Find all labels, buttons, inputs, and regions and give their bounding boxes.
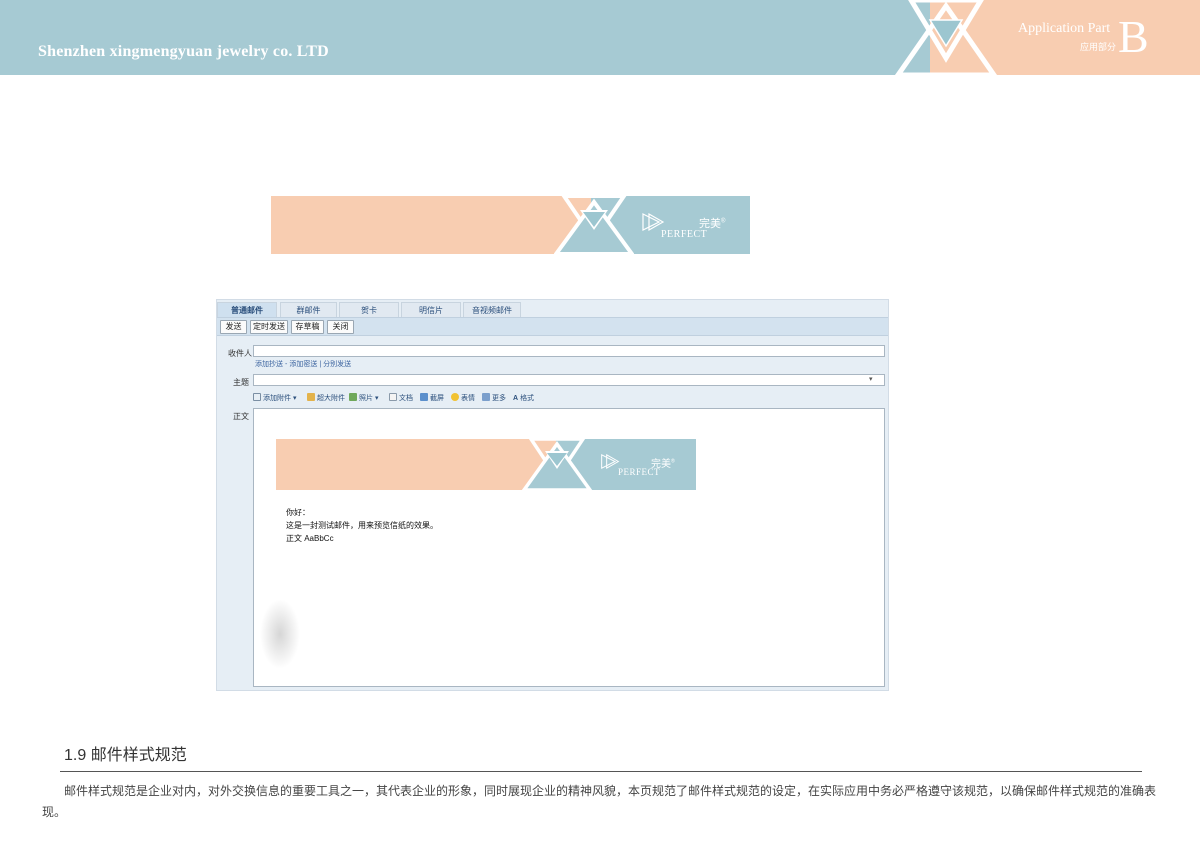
- save-draft-button[interactable]: 存草稿: [291, 320, 324, 334]
- grid-icon: [482, 393, 490, 401]
- email-letterhead-banner: 完美® PERFECT: [271, 196, 750, 254]
- screenshot-icon: [420, 393, 428, 401]
- photo-icon: [349, 393, 357, 401]
- email-compose-window: 普通邮件 群邮件 贺卡 明信片 音视频邮件 发送 定时发送 存草稿 关闭 收件人…: [216, 299, 889, 691]
- large-attachment-tool[interactable]: 超大附件: [307, 393, 345, 403]
- message-greeting: 你好：: [286, 508, 310, 517]
- application-part-label: Application Part: [1018, 21, 1111, 36]
- link-separator: -: [285, 361, 288, 368]
- tab-normal-mail[interactable]: 普通邮件: [217, 302, 277, 318]
- tab-group-mail[interactable]: 群邮件: [280, 302, 337, 318]
- page-header: Shenzhen xingmengyuan jewelry co. LTD Ap…: [0, 0, 1200, 75]
- paperclip-icon: [253, 393, 261, 401]
- banner-logo-icon: [554, 196, 634, 254]
- company-name: Shenzhen xingmengyuan jewelry co. LTD: [38, 43, 329, 60]
- section-divider: [60, 771, 1142, 772]
- format-tool[interactable]: A 格式: [513, 393, 534, 403]
- text-format-icon: A: [513, 395, 519, 402]
- header-blue-band: [0, 0, 930, 75]
- smiley-icon: [451, 393, 459, 401]
- tab-postcard[interactable]: 明信片: [401, 302, 461, 318]
- send-button[interactable]: 发送: [220, 320, 247, 334]
- scheduled-send-button[interactable]: 定时发送: [250, 320, 288, 334]
- section-description: 邮件样式规范是企业对内，对外交换信息的重要工具之一，其代表企业的形象，同时展现企…: [42, 784, 1157, 819]
- tab-av-mail[interactable]: 音视频邮件: [463, 302, 521, 318]
- document-icon: [389, 393, 397, 401]
- banner-peach-area: [271, 196, 591, 254]
- subject-label: 主题: [233, 378, 249, 387]
- document-tool[interactable]: 文档: [389, 393, 413, 403]
- recipient-label: 收件人: [228, 349, 252, 358]
- editor-shadow: [260, 599, 300, 669]
- message-banner-logo-icon: [522, 439, 592, 490]
- message-brand-en-text: PERFECT: [618, 467, 661, 477]
- compose-tabs: 普通邮件 群邮件 贺卡 明信片 音视频邮件: [217, 300, 888, 318]
- subject-input[interactable]: [253, 374, 885, 386]
- part-letter: B: [1118, 11, 1149, 62]
- clip-large-icon: [307, 393, 315, 401]
- body-label: 正文: [233, 412, 249, 421]
- more-tool[interactable]: 更多: [482, 393, 506, 403]
- add-cc-link[interactable]: 添加抄送: [255, 361, 283, 368]
- send-separately-link[interactable]: 分别发送: [323, 361, 351, 368]
- screenshot-tool[interactable]: 截屏: [420, 393, 444, 403]
- brand-en-text: PERFECT: [661, 229, 708, 240]
- recipient-input[interactable]: [253, 345, 885, 357]
- message-letterhead-banner: 完美® PERFECT: [276, 439, 696, 490]
- emoji-tool[interactable]: 表情: [451, 393, 475, 403]
- application-part-cn-label: 应用部分: [1080, 42, 1117, 52]
- message-line-1: 这是一封测试邮件，用来预览信纸的效果。: [286, 521, 438, 530]
- tab-greeting-card[interactable]: 贺卡: [339, 302, 399, 318]
- message-perfect-mark-icon: [601, 453, 620, 470]
- link-separator: |: [319, 361, 322, 368]
- subject-dropdown-icon[interactable]: ▾: [869, 375, 873, 383]
- photo-tool[interactable]: 照片 ▾: [349, 393, 378, 403]
- close-button[interactable]: 关闭: [327, 320, 354, 334]
- add-bcc-link[interactable]: 添加密送: [289, 361, 317, 368]
- message-line-2: 正文 AaBbCc: [286, 534, 334, 543]
- recipient-links: 添加抄送 - 添加密送 | 分别发送: [255, 359, 353, 369]
- section-title: 1.9 邮件样式规范: [64, 747, 187, 764]
- compose-toolbar: 发送 定时发送 存草稿 关闭: [217, 317, 888, 336]
- add-attachment-tool[interactable]: 添加附件 ▾: [253, 393, 296, 403]
- message-banner-peach-area: [276, 439, 556, 490]
- brand-logo-icon: [894, 0, 998, 75]
- message-body-editor[interactable]: 完美® PERFECT 你好： 这是一封测试邮件，用来预览信纸的效果。 正文 A…: [253, 408, 885, 687]
